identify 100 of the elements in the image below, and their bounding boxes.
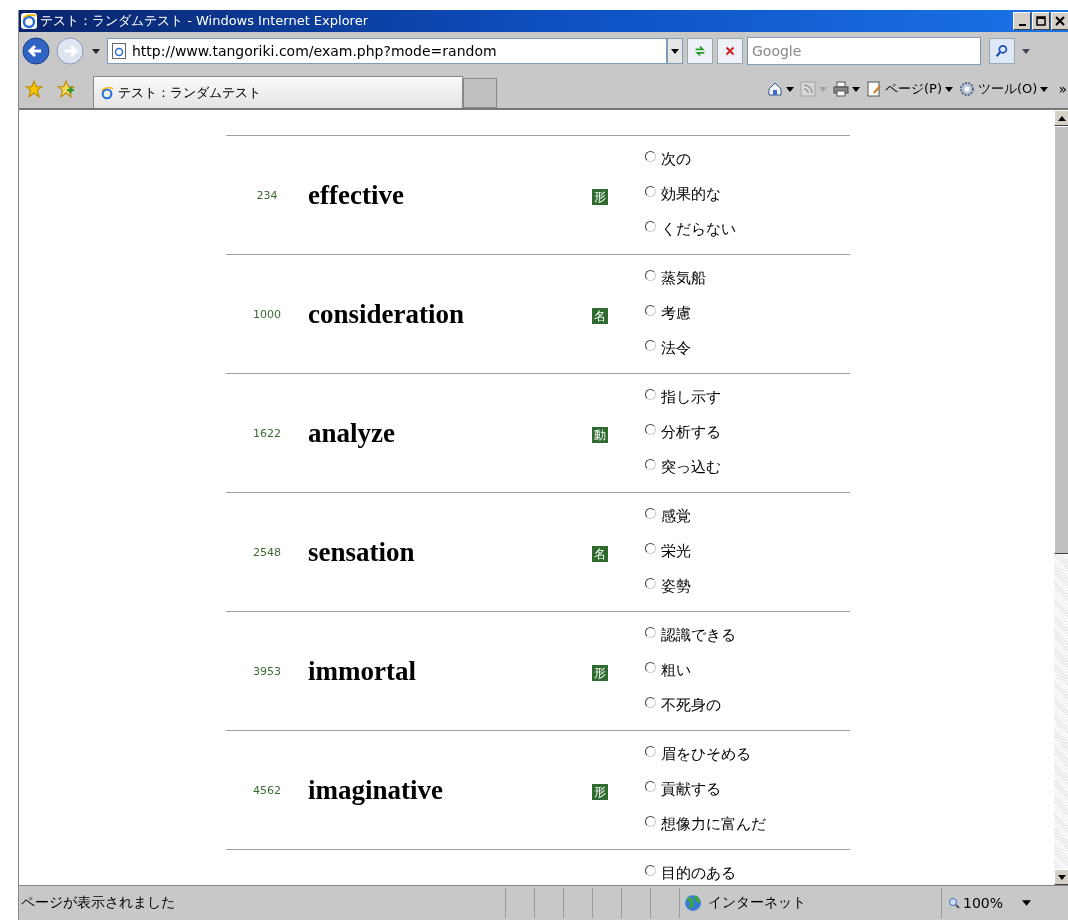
english-word: immortal: [308, 655, 417, 687]
caret-icon: [1040, 86, 1049, 92]
caret-icon: [819, 86, 828, 92]
radio-button[interactable]: [645, 864, 656, 876]
part-of-speech-tag: 形: [592, 188, 608, 205]
caret-icon[interactable]: [92, 48, 100, 54]
radio-button[interactable]: [645, 220, 656, 232]
caret-icon: [671, 48, 679, 54]
caret-icon[interactable]: [1022, 48, 1030, 54]
word-number: 1622: [252, 426, 282, 440]
radio-button[interactable]: [645, 815, 656, 827]
address-field[interactable]: http://www.tangoriki.com/exam.php?mode=random: [107, 38, 667, 64]
browser-logo-icon: [100, 84, 114, 101]
part-of-speech-tag: 名: [592, 545, 608, 562]
radio-button[interactable]: [645, 661, 656, 673]
caret-icon: [786, 86, 795, 92]
browser-tab[interactable]: テスト：ランダムテスト: [93, 76, 463, 108]
radio-button[interactable]: [645, 458, 656, 470]
word-number: 2548: [252, 545, 282, 559]
close-button[interactable]: [1051, 12, 1068, 30]
up-arrow-icon: [1057, 115, 1066, 121]
print-button[interactable]: [833, 81, 861, 97]
answer-option: 姿勢: [661, 576, 691, 596]
scroll-down-button[interactable]: [1054, 869, 1068, 885]
security-zone: インターネット: [708, 894, 806, 912]
answer-option: 蒸気船: [661, 268, 706, 288]
answer-option: 効果的な: [661, 184, 721, 204]
more-button[interactable]: »: [1058, 81, 1067, 97]
search-icon: [995, 44, 1009, 58]
browser-logo-icon: [21, 13, 37, 29]
radio-button[interactable]: [645, 185, 656, 197]
scrollbar[interactable]: [1054, 110, 1068, 885]
radio-button[interactable]: [645, 780, 656, 792]
radio-button[interactable]: [645, 339, 656, 351]
answer-option: 認識できる: [661, 625, 736, 645]
printer-icon: [833, 81, 850, 97]
answer-option: 粗い: [661, 660, 691, 680]
answer-option: 栄光: [661, 541, 691, 561]
radio-button[interactable]: [645, 577, 656, 589]
stop-icon: [723, 44, 737, 58]
radio-button[interactable]: [645, 304, 656, 316]
add-favorite-icon[interactable]: [57, 80, 75, 98]
answer-option: 法令: [661, 338, 691, 358]
radio-button[interactable]: [645, 542, 656, 554]
radio-button[interactable]: [645, 423, 656, 435]
radio-button[interactable]: [645, 269, 656, 281]
maximize-icon: [1036, 16, 1046, 26]
answer-option: 目的のある: [661, 863, 736, 883]
tools-menu[interactable]: ツール(O): [959, 80, 1049, 98]
radio-button[interactable]: [645, 626, 656, 638]
feed-icon: [800, 81, 817, 97]
scroll-up-button[interactable]: [1054, 110, 1068, 126]
radio-button[interactable]: [645, 388, 656, 400]
home-button[interactable]: [767, 81, 795, 97]
word-number: 3953: [252, 664, 282, 678]
answer-option: 不死身の: [661, 695, 721, 715]
scroll-thumb[interactable]: [1054, 126, 1068, 554]
word-number: 234: [255, 188, 279, 202]
search-field[interactable]: Google: [747, 37, 981, 65]
window-title: テスト：ランダムテスト - Windows Internet Explorer: [40, 12, 369, 30]
globe-icon: [684, 894, 702, 912]
stop-button[interactable]: [717, 38, 743, 64]
english-word: consideration: [308, 298, 465, 330]
radio-button[interactable]: [645, 507, 656, 519]
maximize-button[interactable]: [1032, 12, 1050, 30]
english-word: effective: [308, 179, 405, 211]
english-word: sensation: [308, 536, 416, 568]
back-button[interactable]: [21, 36, 51, 66]
part-of-speech-tag: 形: [592, 664, 608, 681]
answer-option: くだらない: [661, 219, 736, 239]
search-button[interactable]: [989, 38, 1015, 64]
tab-title: テスト：ランダムテスト: [118, 83, 261, 102]
answer-option: 想像力に富んだ: [661, 814, 766, 834]
answer-option: 突っ込む: [661, 457, 721, 477]
word-number: 4562: [252, 783, 282, 797]
page-icon: [866, 81, 883, 97]
part-of-speech-tag: 名: [592, 307, 608, 324]
answer-option: 貢献する: [661, 779, 721, 799]
radio-button[interactable]: [645, 696, 656, 708]
answer-option: 感覚: [661, 506, 691, 526]
radio-button[interactable]: [645, 150, 656, 162]
radio-button[interactable]: [645, 745, 656, 757]
refresh-icon: [693, 44, 707, 58]
answer-option: 次の: [661, 149, 691, 169]
status-text: ページが表示されました: [20, 894, 176, 912]
answer-option: 分析する: [661, 422, 721, 442]
zoom-control[interactable]: 100%: [941, 888, 1032, 918]
part-of-speech-tag: 動: [592, 426, 608, 443]
minimize-button[interactable]: [1013, 12, 1031, 30]
home-icon: [767, 81, 784, 97]
star-icon[interactable]: [25, 80, 43, 98]
caret-icon: [852, 86, 861, 92]
dropdown-button[interactable]: [667, 38, 683, 64]
answer-option: 眉をひそめる: [661, 744, 751, 764]
caret-icon: [945, 86, 954, 92]
part-of-speech-tag: 形: [592, 783, 608, 800]
english-word: imaginative: [308, 774, 444, 806]
page-menu[interactable]: ページ(P): [866, 80, 954, 98]
caret-icon: [1022, 900, 1032, 906]
close-icon: [1055, 16, 1065, 26]
